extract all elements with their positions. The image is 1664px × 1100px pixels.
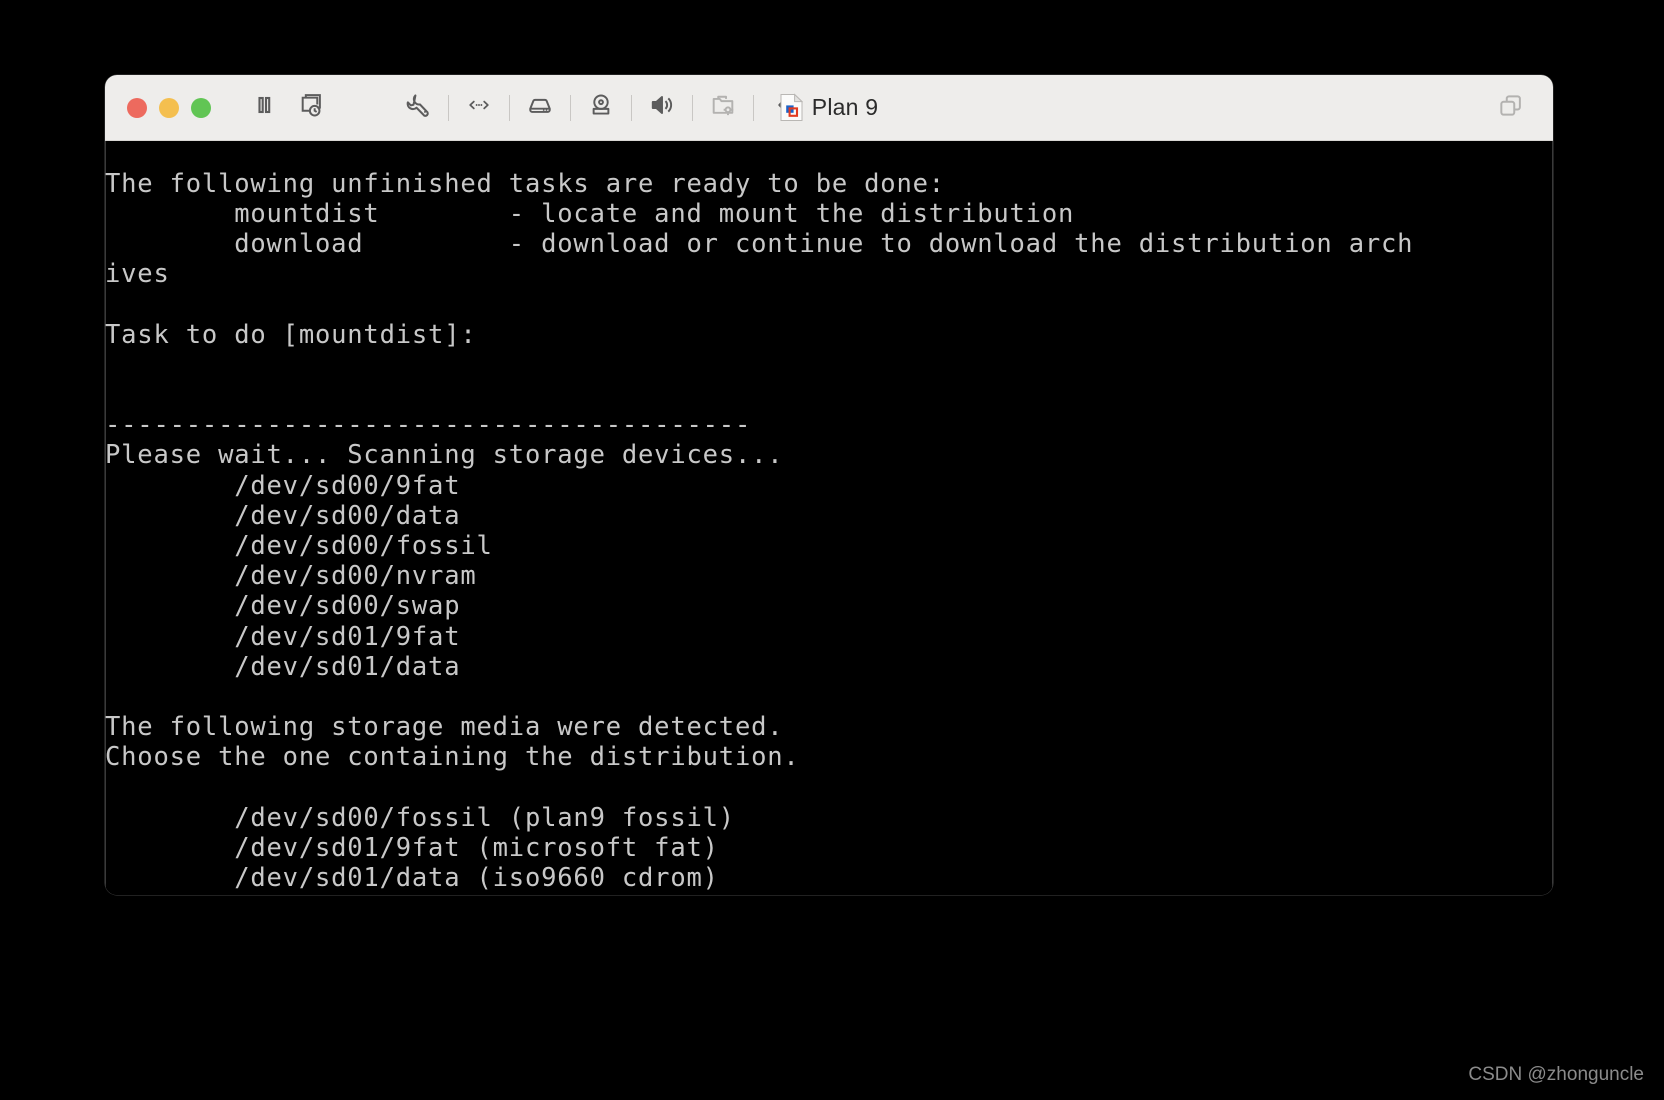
cd-dvd-button[interactable] (578, 86, 624, 130)
toolbar-separator (570, 94, 571, 121)
network-button[interactable] (456, 86, 502, 130)
plan9-terminal-screen[interactable]: The following unfinished tasks are ready… (105, 141, 1553, 895)
snapshot-icon (298, 93, 323, 123)
shared-folder-icon (710, 92, 736, 123)
snapshot-button[interactable] (287, 86, 333, 130)
terminal-right-border (1552, 141, 1553, 895)
pause-icon (252, 93, 276, 122)
toolbar-separator (692, 94, 693, 121)
close-window-button[interactable] (127, 97, 147, 118)
toolbar-separator (448, 94, 449, 121)
hard-disk-button[interactable] (517, 86, 563, 130)
toolbar-separator (509, 94, 510, 121)
window-toolbar: Plan 9 (105, 75, 1553, 141)
toolbar-device-group (395, 86, 807, 130)
maximize-window-button[interactable] (191, 97, 211, 118)
minimize-window-button[interactable] (159, 97, 179, 118)
toolbar-left-group (241, 86, 333, 130)
pause-button[interactable] (241, 86, 287, 130)
shared-folders-button[interactable] (700, 86, 746, 130)
vm-window: Plan 9 The following unfinished tasks ar… (105, 75, 1553, 895)
vm-library-button[interactable] (1487, 86, 1533, 130)
toolbar-separator (631, 94, 632, 121)
traffic-lights (127, 97, 211, 118)
watermark: CSDN @zhonguncle (1468, 1064, 1644, 1085)
terminal-output-text: The following unfinished tasks are ready… (105, 168, 1414, 894)
toolbar-right-group (1487, 75, 1533, 140)
toolbar-separator (753, 94, 754, 121)
hard-disk-icon (527, 92, 553, 123)
settings-button[interactable] (395, 86, 441, 130)
wrench-icon (405, 92, 431, 123)
speaker-icon (649, 92, 675, 123)
chevron-left-icon (771, 92, 797, 123)
window-title-text: Plan 9 (811, 94, 879, 120)
windows-stack-icon (1498, 93, 1523, 123)
cd-dvd-icon (588, 92, 614, 123)
back-button[interactable] (761, 86, 807, 130)
sound-button[interactable] (639, 86, 685, 130)
network-icon (467, 93, 491, 122)
